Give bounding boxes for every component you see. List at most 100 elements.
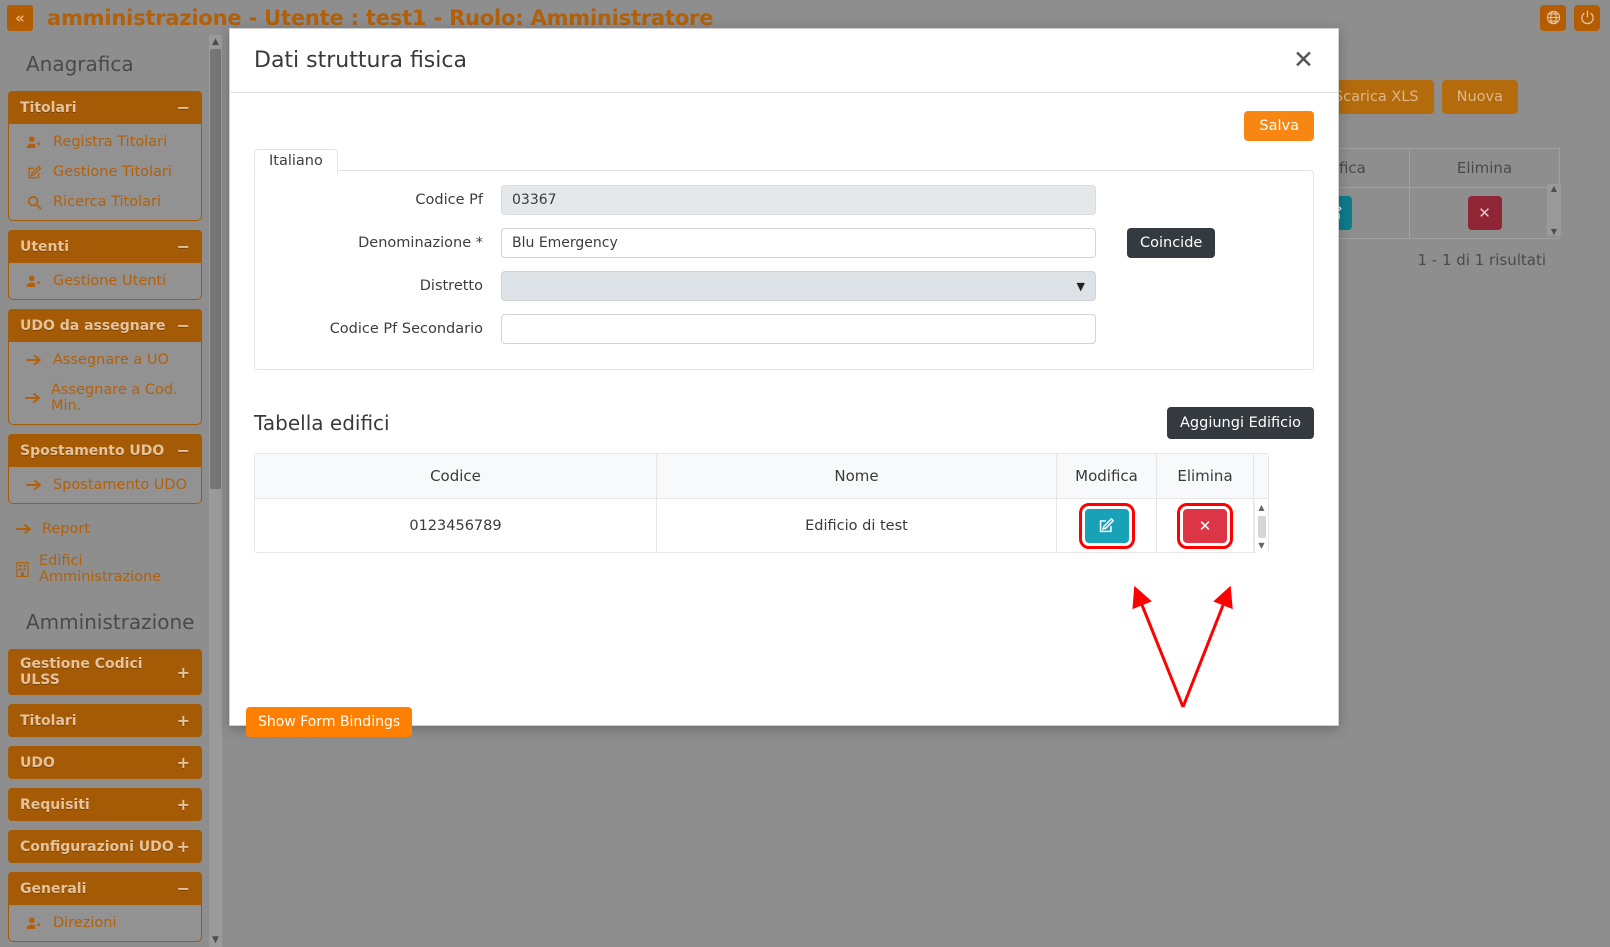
edifici-col-codice: Codice bbox=[255, 454, 657, 498]
edifici-cell-modifica bbox=[1057, 499, 1157, 552]
sidebar-group-header-configurazioni-udo[interactable]: Configurazioni UDO + bbox=[8, 830, 202, 863]
plus-icon[interactable]: + bbox=[177, 795, 190, 814]
sidebar-group-configurazioni-udo: Configurazioni UDO + bbox=[8, 830, 202, 863]
sidebar-group-label: UDO bbox=[20, 755, 55, 771]
sidebar-group-gestione-codici-ulss: Gestione Codici ULSS + bbox=[8, 649, 202, 695]
sidebar-content: Anagrafica Titolari − Registra Titolari bbox=[0, 35, 210, 942]
minus-icon[interactable]: − bbox=[177, 879, 190, 898]
sidebar-group-header-requisiti[interactable]: Requisiti + bbox=[8, 788, 202, 821]
minus-icon[interactable]: − bbox=[177, 237, 190, 256]
sidebar-scroll-up-icon[interactable]: ▲ bbox=[210, 35, 221, 49]
sidebar-group-body-generali: Direzioni bbox=[8, 905, 202, 942]
arrow-right-icon bbox=[16, 523, 32, 535]
sidebar-group-header-titolari-admin[interactable]: Titolari + bbox=[8, 704, 202, 737]
edifici-cell-codice: 0123456789 bbox=[255, 499, 657, 552]
form-row-codice-pf-secondario: Codice Pf Secondario bbox=[255, 314, 1285, 344]
plus-icon[interactable]: + bbox=[177, 837, 190, 856]
modal-body: Salva Italiano Codice Pf Denominazione *… bbox=[230, 93, 1338, 553]
sidebar-group-label: Requisiti bbox=[20, 797, 90, 813]
sidebar-group-header-udo-da-assegnare[interactable]: UDO da assegnare − bbox=[8, 309, 202, 342]
sidebar-group-header-spostamento-udo[interactable]: Spostamento UDO − bbox=[8, 434, 202, 467]
sidebar-item-gestione-titolari[interactable]: Gestione Titolari bbox=[9, 157, 201, 187]
sidebar-group-titolari: Titolari − Registra Titolari bbox=[8, 91, 202, 221]
edifici-scroll-thumb[interactable] bbox=[1258, 516, 1266, 538]
dati-struttura-fisica-modal: Dati struttura fisica ✕ Salva Italiano C… bbox=[229, 28, 1339, 726]
coincide-button[interactable]: Coincide bbox=[1127, 228, 1215, 258]
sidebar-group-label: Configurazioni UDO bbox=[20, 839, 174, 855]
sidebar-group-header-udo[interactable]: UDO + bbox=[8, 746, 202, 779]
minus-icon[interactable]: − bbox=[177, 98, 190, 117]
plus-icon[interactable]: + bbox=[177, 711, 190, 730]
language-tab-panel: Italiano Codice Pf Denominazione * Coinc… bbox=[254, 170, 1314, 370]
tab-italiano[interactable]: Italiano bbox=[254, 149, 338, 174]
sidebar-item-label: Gestione Utenti bbox=[53, 273, 166, 289]
scroll-up-arrow-icon[interactable]: ▲ bbox=[1551, 184, 1557, 193]
sidebar-group-body-spostamento-udo: Spostamento UDO bbox=[8, 467, 202, 504]
sidebar-group-label: Titolari bbox=[20, 713, 77, 729]
plus-icon[interactable]: + bbox=[177, 663, 190, 682]
modal-header: Dati struttura fisica ✕ bbox=[230, 29, 1338, 93]
sidebar-group-body-utenti: Gestione Utenti bbox=[8, 263, 202, 300]
sidebar-item-gestione-utenti[interactable]: Gestione Utenti bbox=[9, 266, 201, 296]
sidebar-item-assegnare-a-uo[interactable]: Assegnare a UO bbox=[9, 345, 201, 375]
nuova-button[interactable]: Nuova bbox=[1442, 80, 1518, 114]
sidebar-item-label: Edifici Amministrazione bbox=[39, 553, 190, 585]
page-title: amministrazione - Utente : test1 - Ruolo… bbox=[47, 6, 713, 30]
edifici-table: Codice Nome Modifica Elimina 0123456789 … bbox=[254, 453, 1269, 553]
power-icon[interactable] bbox=[1574, 5, 1600, 31]
background-table-scrollbar[interactable]: ▲ ▼ bbox=[1547, 184, 1561, 236]
sidebar-group-utenti: Utenti − Gestione Utenti bbox=[8, 230, 202, 300]
close-icon[interactable]: ✕ bbox=[1293, 48, 1314, 73]
tabella-edifici-section: Tabella edifici Aggiungi Edificio Codice… bbox=[254, 407, 1314, 553]
sidebar-group-header-utenti[interactable]: Utenti − bbox=[8, 230, 202, 263]
denominazione-input[interactable] bbox=[501, 228, 1096, 258]
edit-square-icon[interactable] bbox=[1085, 509, 1129, 543]
codice-pf-label: Codice Pf bbox=[255, 192, 501, 208]
sidebar-section-amministrazione-title: Amministrazione bbox=[8, 593, 202, 649]
show-form-bindings-button[interactable]: Show Form Bindings bbox=[246, 707, 412, 737]
scroll-down-arrow-icon[interactable]: ▼ bbox=[1255, 540, 1268, 552]
table-row: 0123456789 Edificio di test ✕ bbox=[255, 499, 1268, 552]
sidebar-item-registra-titolari[interactable]: Registra Titolari bbox=[9, 127, 201, 157]
background-col-elimina: Elimina bbox=[1410, 149, 1560, 187]
aggiungi-edificio-button[interactable]: Aggiungi Edificio bbox=[1167, 407, 1314, 439]
minus-icon[interactable]: − bbox=[177, 316, 190, 335]
salva-button[interactable]: Salva bbox=[1244, 111, 1314, 141]
codice-pf-input[interactable] bbox=[501, 185, 1096, 215]
sidebar-scrollbar[interactable]: ▲ ▼ bbox=[209, 35, 222, 947]
sidebar-group-body-udo-da-assegnare: Assegnare a UO Assegnare a Cod. Min. bbox=[8, 342, 202, 425]
sidebar-group-label: UDO da assegnare bbox=[20, 318, 166, 334]
sidebar-group-header-titolari[interactable]: Titolari − bbox=[8, 91, 202, 124]
edifici-table-header: Codice Nome Modifica Elimina bbox=[255, 454, 1268, 499]
minus-icon[interactable]: − bbox=[177, 441, 190, 460]
sidebar-item-spostamento-udo[interactable]: Spostamento UDO bbox=[9, 470, 201, 500]
distretto-select[interactable]: ▼ bbox=[501, 271, 1096, 301]
sidebar-group-header-gestione-codici-ulss[interactable]: Gestione Codici ULSS + bbox=[8, 649, 202, 695]
edifici-cell-elimina: ✕ bbox=[1157, 499, 1254, 552]
sidebar-item-label: Spostamento UDO bbox=[53, 477, 187, 493]
globe-icon[interactable] bbox=[1540, 5, 1566, 31]
x-icon[interactable]: ✕ bbox=[1468, 196, 1502, 230]
sidebar-group-label: Titolari bbox=[20, 100, 77, 116]
plus-icon[interactable]: + bbox=[177, 753, 190, 772]
sidebar-item-label: Gestione Titolari bbox=[53, 164, 172, 180]
modal-save-row: Salva bbox=[254, 111, 1314, 141]
scroll-up-arrow-icon[interactable]: ▲ bbox=[1255, 502, 1268, 514]
sidebar-group-header-generali[interactable]: Generali − bbox=[8, 872, 202, 905]
arrow-right-icon bbox=[25, 354, 43, 366]
sidebar-item-ricerca-titolari[interactable]: Ricerca Titolari bbox=[9, 187, 201, 217]
sidebar-item-edifici-amministrazione[interactable]: Edifici Amministrazione bbox=[8, 545, 202, 593]
sidebar-collapse-button[interactable]: « bbox=[7, 5, 33, 31]
sidebar-scroll-down-icon[interactable]: ▼ bbox=[210, 933, 221, 947]
sidebar-item-direzioni[interactable]: Direzioni bbox=[9, 908, 201, 938]
form-row-distretto: Distretto ▼ bbox=[255, 271, 1285, 301]
sidebar-item-label: Assegnare a Cod. Min. bbox=[51, 382, 189, 414]
sidebar-item-report[interactable]: Report bbox=[8, 513, 202, 545]
arrow-right-icon bbox=[25, 392, 41, 404]
edifici-table-scrollbar[interactable]: ▲ ▼ bbox=[1254, 502, 1268, 554]
sidebar-item-assegnare-a-cod-min[interactable]: Assegnare a Cod. Min. bbox=[9, 375, 201, 421]
sidebar-scroll-thumb[interactable] bbox=[210, 49, 221, 489]
codice-pf-secondario-input[interactable] bbox=[501, 314, 1096, 344]
scroll-down-arrow-icon[interactable]: ▼ bbox=[1551, 227, 1557, 236]
x-icon[interactable]: ✕ bbox=[1183, 509, 1227, 543]
